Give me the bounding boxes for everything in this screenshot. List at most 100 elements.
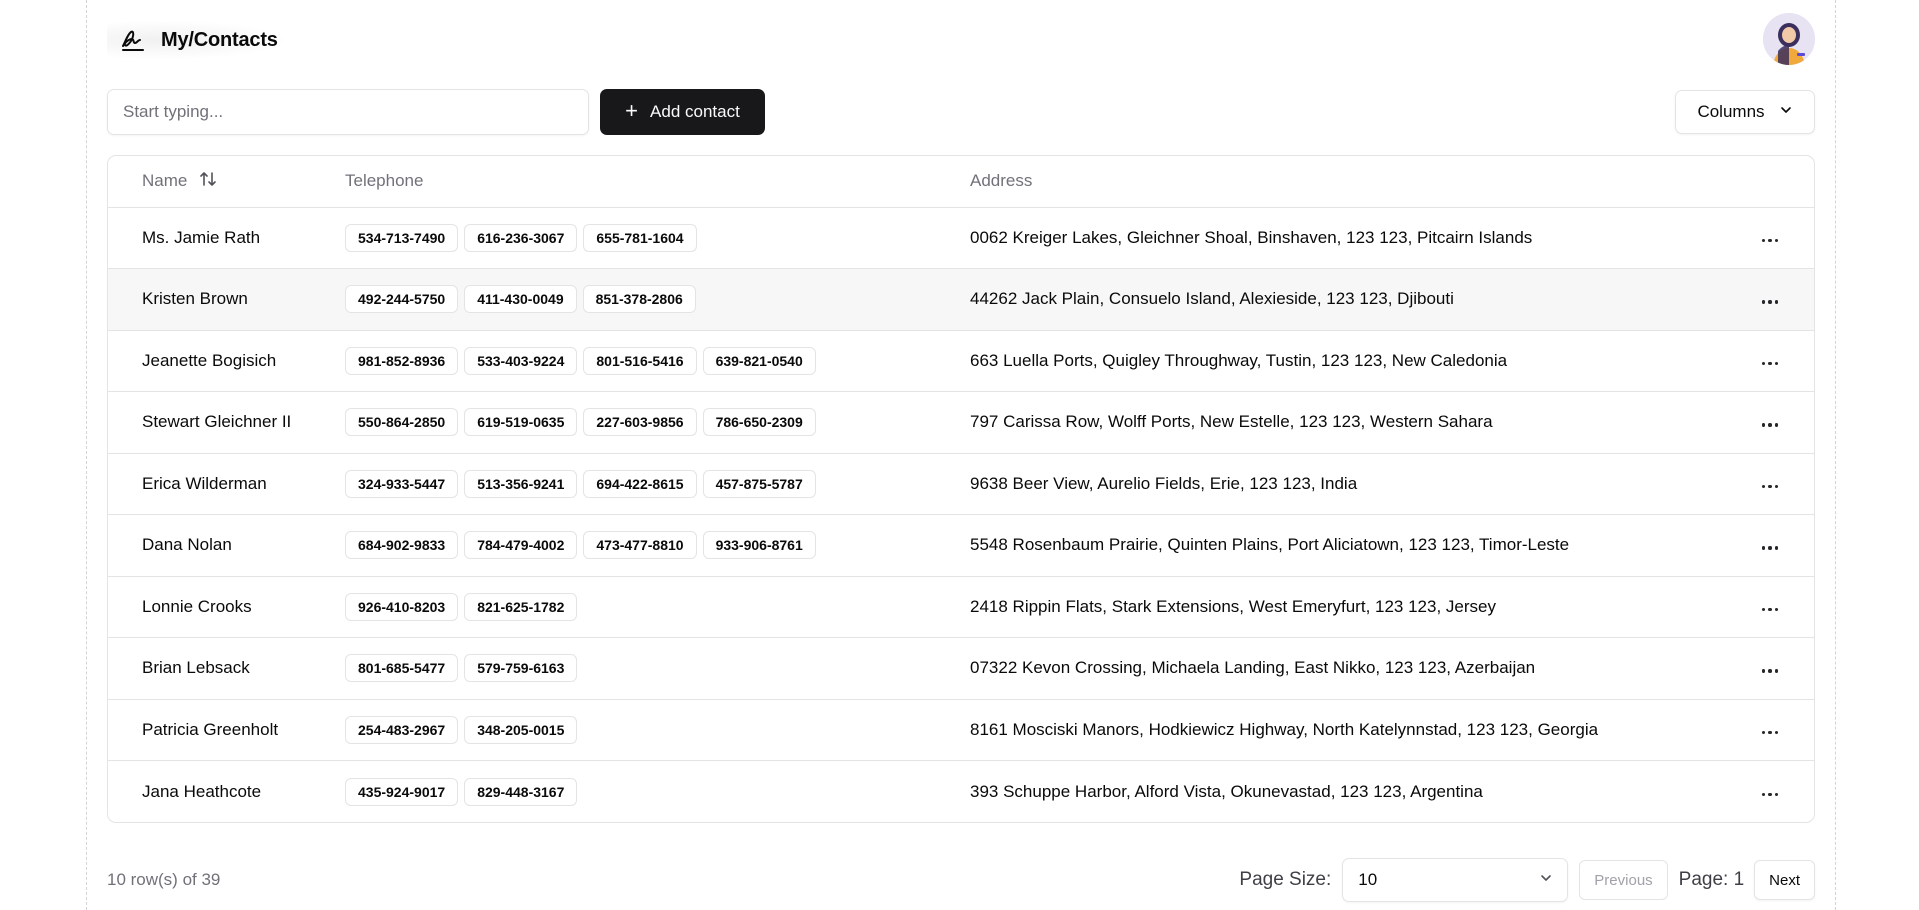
- contact-address: 663 Luella Ports, Quigley Throughway, Tu…: [970, 350, 1508, 370]
- contact-address: 44262 Jack Plain, Consuelo Island, Alexi…: [970, 289, 1454, 309]
- app-header: My/Contacts: [107, 10, 1815, 70]
- contact-address: 5548 Rosenbaum Prairie, Quinten Plains, …: [970, 535, 1570, 555]
- phone-badge: 227-603-9856: [583, 408, 697, 437]
- content: My/Contacts + Add contact Column: [107, 0, 1815, 910]
- more-options-icon[interactable]: [1760, 540, 1781, 556]
- page-title: My/Contacts: [161, 28, 278, 51]
- pagination: Page Size: 10 Previous Page: 1 Next: [1239, 858, 1815, 902]
- contact-phones: 981-852-8936 533-403-9224 801-516-5416 639-…: [345, 330, 970, 392]
- page-container: My/Contacts + Add contact Column: [86, 0, 1836, 910]
- more-options-icon[interactable]: [1760, 417, 1781, 433]
- phone-badge: 534-713-7490: [345, 223, 459, 252]
- contact-phones: 684-902-9833 784-479-4002 473-477-8810 933-…: [345, 515, 970, 577]
- table-footer: 10 row(s) of 39 Page Size: 10 Previous P…: [107, 858, 1815, 902]
- table-body: Ms. Jamie Rath 534-713-7490 616-236-3067 65…: [108, 207, 1814, 822]
- contact-name: Stewart Gleichner II: [142, 412, 292, 432]
- phone-badge: 492-244-5750: [345, 285, 459, 314]
- contact-phones: 926-410-8203 821-625-1782: [345, 576, 970, 638]
- chevron-down-icon: [1539, 870, 1553, 890]
- contact-address: 9638 Beer View, Aurelio Fields, Erie, 12…: [970, 473, 1358, 493]
- plus-icon: +: [625, 98, 639, 123]
- row-actions: [1714, 207, 1814, 269]
- table-row[interactable]: Jeanette Bogisich 981-852-8936 533-403-922…: [108, 330, 1814, 392]
- table-row[interactable]: Jana Heathcote 435-924-9017 829-448-3167 39…: [108, 761, 1814, 823]
- table-header-row: Name Telephone Address: [108, 156, 1814, 207]
- row-actions: [1714, 638, 1814, 700]
- phone-badge: 801-685-5477: [345, 654, 459, 683]
- contact-phones: 324-933-5447 513-356-9241 694-422-8615 457-…: [345, 453, 970, 515]
- previous-button[interactable]: Previous: [1579, 860, 1668, 900]
- contact-address: 393 Schuppe Harbor, Alford Vista, Okunev…: [970, 781, 1483, 801]
- phone-badge: 639-821-0540: [702, 346, 816, 375]
- phone-badge: 786-650-2309: [702, 408, 816, 437]
- columns-label: Columns: [1697, 102, 1765, 121]
- more-options-icon[interactable]: [1760, 479, 1781, 495]
- phone-badge: 694-422-8615: [583, 469, 697, 498]
- brand[interactable]: My/Contacts: [107, 20, 290, 60]
- phone-badge: 801-516-5416: [583, 346, 697, 375]
- contact-address: 07322 Kevon Crossing, Michaela Landing, …: [970, 658, 1536, 678]
- more-options-icon[interactable]: [1760, 602, 1781, 618]
- next-button[interactable]: Next: [1754, 860, 1815, 900]
- table-row[interactable]: Brian Lebsack 801-685-5477 579-759-6163 073…: [108, 638, 1814, 700]
- phone-badge: 457-875-5787: [702, 469, 816, 498]
- contact-name: Patricia Greenholt: [142, 719, 279, 739]
- contact-name: Jeanette Bogisich: [142, 350, 277, 370]
- row-actions: [1714, 330, 1814, 392]
- table-row[interactable]: Patricia Greenholt 254-483-2967 348-205-00…: [108, 699, 1814, 761]
- contact-phones: 435-924-9017 829-448-3167: [345, 761, 970, 823]
- search-input[interactable]: [107, 89, 589, 135]
- more-options-icon[interactable]: [1760, 294, 1781, 310]
- row-count: 10 row(s) of 39: [107, 870, 221, 889]
- phone-badge: 513-356-9241: [464, 469, 578, 498]
- more-options-icon[interactable]: [1760, 663, 1781, 679]
- phone-badge: 550-864-2850: [345, 408, 459, 437]
- table-row[interactable]: Kristen Brown 492-244-5750 411-430-0049 851…: [108, 268, 1814, 331]
- sort-icon[interactable]: [199, 171, 217, 192]
- phone-badge: 435-924-9017: [345, 777, 459, 806]
- contact-name: Erica Wilderman: [142, 473, 267, 493]
- avatar[interactable]: [1763, 13, 1815, 65]
- phone-badge: 655-781-1604: [583, 223, 697, 252]
- toolbar: + Add contact Columns: [107, 89, 1815, 135]
- column-header-name[interactable]: Name: [108, 156, 345, 207]
- more-options-icon[interactable]: [1760, 725, 1781, 741]
- phone-badge: 533-403-9224: [464, 346, 578, 375]
- contact-address: 2418 Rippin Flats, Stark Extensions, Wes…: [970, 596, 1496, 616]
- add-contact-button[interactable]: + Add contact: [600, 89, 765, 135]
- contact-name: Kristen Brown: [142, 289, 248, 309]
- phone-badge: 926-410-8203: [345, 592, 459, 621]
- row-actions: [1714, 761, 1814, 823]
- phone-badge: 324-933-5447: [345, 469, 459, 498]
- contact-phones: 550-864-2850 619-519-0635 227-603-9856 786-…: [345, 392, 970, 454]
- column-header-address: Address: [970, 171, 1033, 191]
- phone-badge: 579-759-6163: [464, 654, 578, 683]
- phone-badge: 348-205-0015: [464, 715, 578, 744]
- table-row[interactable]: Stewart Gleichner II 550-864-2850 619-519-…: [108, 392, 1814, 454]
- phone-badge: 933-906-8761: [702, 531, 816, 560]
- contact-name: Lonnie Crooks: [142, 596, 252, 616]
- signature-icon: [119, 26, 147, 54]
- more-options-icon[interactable]: [1760, 787, 1781, 803]
- table-row[interactable]: Lonnie Crooks 926-410-8203 821-625-1782 241…: [108, 576, 1814, 638]
- phone-badge: 981-852-8936: [345, 346, 459, 375]
- row-actions: [1714, 453, 1814, 515]
- table-row[interactable]: Ms. Jamie Rath 534-713-7490 616-236-3067 65…: [108, 207, 1814, 269]
- column-header-telephone: Telephone: [345, 171, 424, 191]
- phone-badge: 784-479-4002: [464, 531, 578, 560]
- phone-badge: 619-519-0635: [464, 408, 578, 437]
- columns-button[interactable]: Columns: [1675, 90, 1815, 134]
- row-actions: [1714, 576, 1814, 638]
- table-row[interactable]: Erica Wilderman 324-933-5447 513-356-9241 6…: [108, 453, 1814, 515]
- more-options-icon[interactable]: [1760, 356, 1781, 372]
- contact-phones: 534-713-7490 616-236-3067 655-781-1604: [345, 207, 970, 269]
- row-actions: [1714, 269, 1814, 331]
- phone-badge: 821-625-1782: [464, 592, 578, 621]
- phone-badge: 473-477-8810: [583, 531, 697, 560]
- more-options-icon[interactable]: [1760, 233, 1781, 249]
- table-row[interactable]: Dana Nolan 684-902-9833 784-479-4002 473-47…: [108, 515, 1814, 577]
- page-size-select[interactable]: 10: [1342, 858, 1569, 902]
- contact-name: Jana Heathcote: [142, 781, 262, 801]
- contact-address: 0062 Kreiger Lakes, Gleichner Shoal, Bin…: [970, 227, 1533, 247]
- add-contact-label: Add contact: [650, 102, 740, 121]
